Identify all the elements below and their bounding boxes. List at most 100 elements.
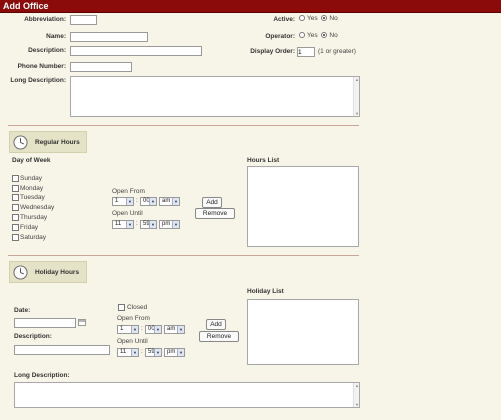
holiday-description-label: Description: [14, 333, 52, 340]
open-from-minute-select[interactable]: 00 ▼ [140, 197, 157, 206]
holiday-open-until-minute-select[interactable]: 59 ▼ [145, 348, 162, 357]
open-from-ampm-select[interactable]: am ▼ [159, 197, 180, 206]
holiday-long-description-label: Long Description: [14, 372, 70, 379]
operator-label: Operator: [265, 33, 295, 40]
regular-hours-title: Regular Hours [35, 139, 80, 146]
chevron-down-icon[interactable]: ▼ [126, 198, 133, 205]
closed-checkbox[interactable] [118, 304, 125, 311]
selected-value: pm [162, 221, 171, 227]
description-label: Description: [28, 47, 66, 54]
active-yes-radio[interactable] [299, 15, 305, 22]
name-input[interactable] [70, 32, 148, 42]
calendar-icon[interactable] [78, 319, 86, 326]
scrollbar[interactable]: ▲ ▼ [353, 383, 359, 407]
monday-checkbox[interactable] [12, 185, 19, 192]
chevron-down-icon[interactable]: ▼ [131, 326, 138, 333]
hours-list[interactable] [247, 166, 359, 247]
selected-value: 1 [115, 198, 119, 204]
date-label: Date: [14, 307, 31, 314]
scroll-down-icon[interactable]: ▼ [354, 111, 360, 116]
long-description-label: Long Description: [10, 77, 66, 84]
wednesday-checkbox[interactable] [12, 204, 19, 211]
saturday-checkbox[interactable] [12, 234, 19, 241]
active-no-radio[interactable] [321, 15, 328, 22]
chevron-down-icon[interactable]: ▼ [126, 221, 133, 228]
regular-hours-header: Regular Hours [9, 131, 87, 153]
holiday-open-until-label: Open Until [117, 338, 148, 345]
time-colon: : [136, 220, 138, 227]
chevron-down-icon[interactable]: ▼ [149, 198, 156, 205]
day-row-thursday[interactable]: Thursday [12, 214, 47, 221]
operator-yes-radio[interactable] [299, 32, 305, 39]
chevron-down-icon[interactable]: ▼ [177, 349, 184, 356]
holiday-open-from-hour-select[interactable]: 1 ▼ [117, 325, 139, 334]
holiday-description-input[interactable] [14, 345, 110, 355]
open-until-label: Open Until [112, 210, 143, 217]
day-of-week-label: Day of Week [12, 157, 51, 164]
holiday-list[interactable] [247, 299, 359, 365]
holiday-open-until-hour-select[interactable]: 11 ▼ [117, 348, 139, 357]
scroll-up-icon[interactable]: ▲ [354, 77, 360, 82]
active-yes-label: Yes [307, 15, 318, 22]
day-row-monday[interactable]: Monday [12, 185, 43, 192]
day-row-sunday[interactable]: Sunday [12, 175, 42, 182]
date-input[interactable] [14, 318, 76, 328]
thursday-checkbox[interactable] [12, 214, 19, 221]
tuesday-checkbox[interactable] [12, 194, 19, 201]
long-description-textarea[interactable]: ▲ ▼ [70, 76, 360, 117]
day-row-tuesday[interactable]: Tuesday [12, 194, 45, 201]
open-from-hour-select[interactable]: 1 ▼ [112, 197, 134, 206]
operator-no-label: No [329, 32, 338, 39]
display-order-hint: (1 or greater) [318, 48, 356, 55]
sunday-checkbox[interactable] [12, 175, 19, 182]
day-label: Tuesday [20, 194, 45, 202]
open-until-hour-select[interactable]: 11 ▼ [112, 220, 134, 229]
operator-no-radio[interactable] [321, 32, 328, 39]
closed-label: Closed [127, 304, 148, 311]
phone-number-input[interactable] [70, 62, 132, 72]
friday-checkbox[interactable] [12, 224, 19, 231]
day-row-saturday[interactable]: Saturday [12, 234, 46, 241]
remove-holiday-button[interactable]: Remove [199, 331, 239, 342]
phone-number-label: Phone Number: [17, 63, 66, 70]
scroll-down-icon[interactable]: ▼ [354, 402, 360, 407]
day-label: Saturday [20, 234, 47, 242]
description-input[interactable] [70, 46, 202, 56]
active-label: Active: [273, 16, 295, 23]
display-order-input[interactable] [297, 47, 315, 57]
active-no-label: No [329, 15, 338, 22]
selected-value: 1 [120, 326, 124, 332]
open-until-minute-select[interactable]: 59 ▼ [140, 220, 157, 229]
day-label: Thursday [20, 214, 48, 222]
holiday-open-from-minute-select[interactable]: 00 ▼ [145, 325, 162, 334]
time-colon: : [141, 348, 143, 355]
scroll-up-icon[interactable]: ▲ [354, 383, 360, 388]
title-bar: Add Office [0, 0, 501, 13]
separator [8, 125, 359, 126]
holiday-open-from-ampm-select[interactable]: am ▼ [164, 325, 185, 334]
chevron-down-icon[interactable]: ▼ [172, 221, 179, 228]
day-row-wednesday[interactable]: Wednesday [12, 204, 54, 211]
chevron-down-icon[interactable]: ▼ [172, 198, 179, 205]
chevron-down-icon[interactable]: ▼ [149, 221, 156, 228]
day-row-friday[interactable]: Friday [12, 224, 38, 231]
chevron-down-icon[interactable]: ▼ [177, 326, 184, 333]
scrollbar[interactable]: ▲ ▼ [353, 77, 359, 116]
add-holiday-button[interactable]: Add [206, 319, 226, 330]
remove-hours-button[interactable]: Remove [195, 208, 235, 219]
chevron-down-icon[interactable]: ▼ [154, 326, 161, 333]
clock-icon [13, 135, 28, 150]
add-hours-button[interactable]: Add [202, 197, 222, 208]
page-title: Add Office [3, 1, 49, 11]
chevron-down-icon[interactable]: ▼ [131, 349, 138, 356]
open-until-ampm-select[interactable]: pm ▼ [159, 220, 180, 229]
abbreviation-label: Abbreviation: [24, 16, 66, 23]
selected-value: pm [167, 349, 176, 355]
active-radio-group: Yes No [299, 15, 340, 22]
holiday-hours-header: Holiday Hours [9, 261, 87, 283]
chevron-down-icon[interactable]: ▼ [154, 349, 161, 356]
abbreviation-input[interactable] [70, 15, 97, 25]
holiday-open-until-ampm-select[interactable]: pm ▼ [164, 348, 185, 357]
holiday-long-description-textarea[interactable]: ▲ ▼ [14, 382, 360, 408]
selected-value: 11 [115, 221, 122, 227]
